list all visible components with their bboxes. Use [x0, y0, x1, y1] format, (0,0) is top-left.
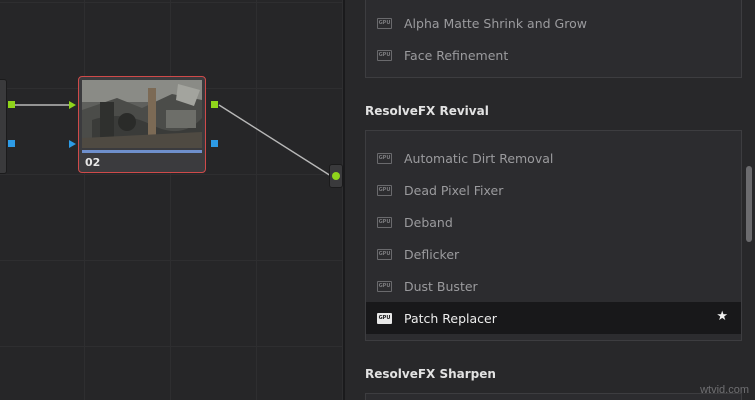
watermark: wtvid.com — [700, 384, 749, 396]
fx-group-list: GPU Automatic Dirt Removal GPU Dead Pixe… — [365, 130, 742, 341]
fx-item-patch-replacer[interactable]: GPU Patch Replacer ★ — [366, 302, 741, 334]
gpu-icon: GPU — [377, 152, 392, 164]
node-editor[interactable]: 02 — [0, 0, 343, 400]
prev-node-key-output-port[interactable] — [8, 140, 15, 147]
serial-node-02[interactable]: 02 — [78, 76, 206, 173]
fx-item-dust-buster[interactable]: GPU Dust Buster — [366, 270, 741, 302]
star-icon[interactable]: ★ — [716, 310, 728, 324]
fx-item-automatic-dirt-removal[interactable]: GPU Automatic Dirt Removal — [366, 142, 741, 174]
output-input-port[interactable] — [332, 172, 340, 180]
fx-item-label: Automatic Dirt Removal — [404, 150, 554, 166]
fx-item[interactable]: GPU Alpha Matte Shrink and Grow — [366, 7, 741, 39]
node-rgb-input-icon[interactable] — [69, 101, 76, 109]
fx-item-label: Patch Replacer — [404, 310, 497, 326]
fx-group-list: GPU Alpha Matte Shrink and Grow GPU Face… — [365, 0, 742, 78]
fx-item[interactable]: GPU Face Refinement — [366, 39, 741, 71]
fx-item-label: Dead Pixel Fixer — [404, 182, 504, 198]
fx-item-label: Deband — [404, 214, 453, 230]
node-key-input-icon[interactable] — [69, 140, 76, 148]
fx-item-dead-pixel-fixer[interactable]: GPU Dead Pixel Fixer — [366, 174, 741, 206]
node-label: 02 — [85, 156, 101, 169]
fx-list-scrollbar[interactable] — [746, 166, 752, 242]
prev-node-rgb-output-port[interactable] — [8, 101, 15, 108]
fx-group-list — [365, 393, 742, 400]
previous-node[interactable] — [0, 79, 7, 174]
fx-item-label: Deflicker — [404, 246, 460, 262]
gpu-icon: GPU — [377, 17, 392, 29]
group-title-resolvefx-sharpen[interactable]: ResolveFX Sharpen — [365, 367, 496, 381]
resolve-fusion-page: 02 GPU Alpha Matte Shrink and Grow GPU F… — [0, 0, 755, 400]
group-title-resolvefx-revival[interactable]: ResolveFX Revival — [365, 104, 489, 118]
link-node-to-output — [218, 104, 332, 177]
fx-item-label: Alpha Matte Shrink and Grow — [404, 15, 587, 31]
node-rgb-output-port[interactable] — [211, 101, 218, 108]
node-thumbnail — [82, 80, 202, 148]
gpu-icon: GPU — [377, 184, 392, 196]
gpu-icon: GPU — [377, 49, 392, 61]
node-timeline-bar — [82, 150, 202, 153]
gpu-icon: GPU — [377, 248, 392, 260]
fx-item-label: Dust Buster — [404, 278, 478, 294]
fx-item-deflicker[interactable]: GPU Deflicker — [366, 238, 741, 270]
node-connections — [14, 104, 332, 177]
gpu-icon: GPU — [377, 312, 392, 324]
fx-item-label: Face Refinement — [404, 47, 509, 63]
fx-item-deband[interactable]: GPU Deband — [366, 206, 741, 238]
node-key-output-port[interactable] — [211, 140, 218, 147]
effects-library-panel: GPU Alpha Matte Shrink and Grow GPU Face… — [345, 0, 755, 400]
gpu-icon: GPU — [377, 280, 392, 292]
gpu-icon: GPU — [377, 216, 392, 228]
output-node[interactable] — [329, 164, 343, 188]
